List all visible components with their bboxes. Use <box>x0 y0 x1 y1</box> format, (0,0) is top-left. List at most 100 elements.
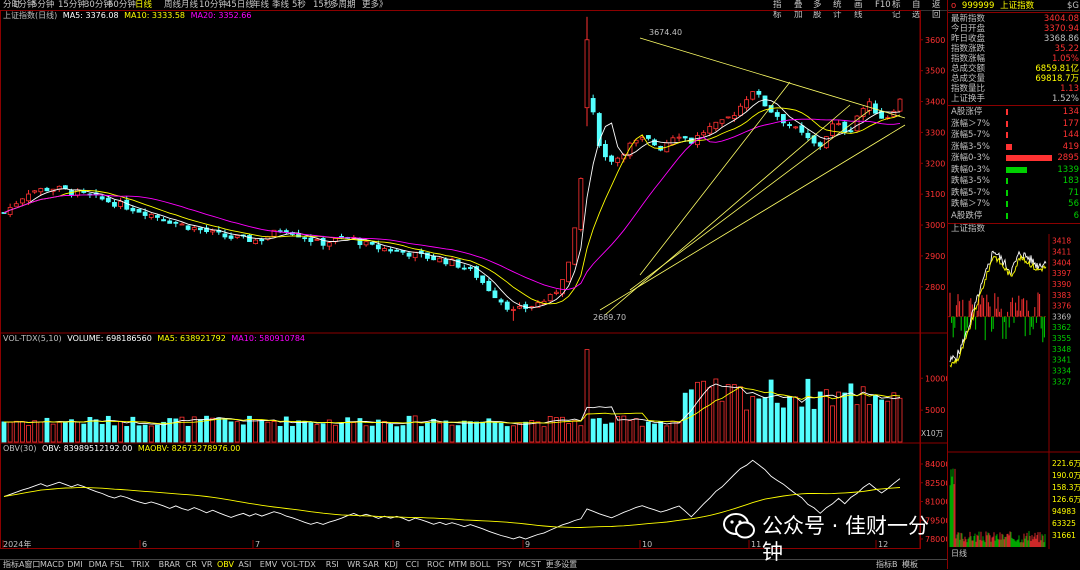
period-tab[interactable]: 5秒 <box>292 0 306 10</box>
volume-bar <box>627 420 633 443</box>
mini-bottom: 日线 <box>948 549 1080 559</box>
candle-body <box>222 233 228 238</box>
volume-bar <box>185 425 191 443</box>
ma5-line <box>3 99 901 309</box>
volume-bar <box>314 424 320 443</box>
volume-bar <box>443 420 449 443</box>
volume-bar <box>259 419 265 443</box>
candle-body <box>817 142 823 147</box>
volume-bar <box>670 420 676 443</box>
trend-line[interactable] <box>599 124 906 311</box>
period-tab[interactable]: 15分钟 <box>58 0 86 10</box>
quote-key: 最新指数 <box>951 14 986 24</box>
mini-vol-label: 63325 <box>1052 519 1076 528</box>
distribution-value: 2895 <box>1057 153 1079 163</box>
mini-chart-title: 上证指数 <box>951 224 986 234</box>
period-tab[interactable]: 季线 <box>272 0 289 10</box>
quote-value: 3404.08 <box>1043 14 1079 24</box>
mini-price-label: 3404 <box>1052 258 1071 267</box>
candle-body <box>99 196 105 200</box>
volume-bar <box>480 421 486 443</box>
wechat-icon <box>723 513 755 539</box>
candle-body <box>805 132 811 139</box>
volume-bar <box>762 397 768 443</box>
distribution-bar <box>1006 178 1008 184</box>
candle-body <box>707 126 713 134</box>
candle-body <box>124 199 130 210</box>
obv-info-name: OBV(30) <box>3 444 37 453</box>
mini-intraday-chart[interactable]: 34183411 3404 3397 3390 3383 33763369 3362 3355… <box>948 234 1080 559</box>
candle-body <box>504 301 510 310</box>
main-info: 上证指数(日线) MA5: 3376.08 MA10: 3333.58 MA20… <box>3 11 251 20</box>
quote-side-panel: o 999999 上证指数 $G 最新指数 3404.08 今日开盘 3370.94 昨… <box>947 0 1080 569</box>
period-tab[interactable]: 年线 <box>252 0 269 10</box>
volume-bar <box>468 421 473 443</box>
mini-vol-label: 158.3万 <box>1052 483 1080 492</box>
kline-chart-area[interactable]: 3600 3500 3400 3300 3200 3100 3000 2900 2800 1000… <box>0 10 947 559</box>
volume-bar <box>744 409 749 443</box>
volume-bar <box>167 418 173 443</box>
candle-body <box>38 188 44 193</box>
price-tick-label: 2800 <box>925 283 945 292</box>
candle-body <box>394 249 400 252</box>
candle-body <box>259 238 265 242</box>
volume-bar <box>596 418 602 443</box>
volume-bar <box>7 421 13 443</box>
candle-body <box>308 237 314 242</box>
volume-bar <box>320 423 326 443</box>
volume-bar <box>155 424 160 443</box>
mini-price-label: 3397 <box>1052 269 1071 278</box>
side-code: 999999 <box>961 1 995 11</box>
candle-body <box>179 223 185 226</box>
period-tab[interactable]: 更多》 <box>362 0 388 10</box>
distribution-row: 跌幅3-5% 183 <box>951 176 1079 186</box>
ma10-line <box>3 107 901 305</box>
date-label: 8 <box>395 540 400 549</box>
period-tab[interactable]: 60分钟 <box>108 0 136 10</box>
distribution-row: 跌幅＞7% 56 <box>951 199 1079 209</box>
candle-body <box>20 198 25 204</box>
candle-body <box>406 252 412 257</box>
period-tab[interactable]: 5分钟 <box>32 0 54 10</box>
quote-key: 今日开盘 <box>951 24 986 34</box>
candle-body <box>676 136 682 139</box>
quote-key: 指数涨幅 <box>951 54 986 64</box>
volume-bar <box>603 423 608 443</box>
quote-row: 总成交量 69818.7万 <box>951 74 1079 84</box>
volume-bar <box>474 421 479 443</box>
volume-bar <box>32 420 38 443</box>
mini-tab[interactable]: 日线 <box>951 549 967 559</box>
distribution-value: 6 <box>1073 210 1079 221</box>
mini-price-label: 3376 <box>1052 302 1071 311</box>
period-tab[interactable]: 多周期 <box>330 0 356 10</box>
volume-bar <box>854 404 860 443</box>
volume-bar <box>81 423 87 443</box>
candle-body <box>62 185 68 190</box>
distribution-key: 涨幅5-7% <box>951 130 990 140</box>
date-label: 9 <box>525 540 530 549</box>
watermark-text: 公众号 · 佳财一分钟 <box>762 514 930 564</box>
candle-body <box>197 227 203 231</box>
volume-bar <box>148 425 154 443</box>
period-tab[interactable]: 10分钟 <box>199 0 227 10</box>
volume-bar <box>836 391 842 443</box>
toolbar-button[interactable]: F10 <box>875 0 891 10</box>
quote-value: 3368.86 <box>1043 34 1079 44</box>
volume-bar <box>69 419 74 443</box>
candle-body <box>609 155 614 162</box>
period-tab[interactable]: 周线 <box>164 0 181 10</box>
candle-body <box>314 238 320 241</box>
period-tab[interactable]: 月线 <box>181 0 198 10</box>
candle-body <box>787 124 792 127</box>
period-tab[interactable]: 45日线 <box>226 0 254 10</box>
period-tab[interactable]: 日线 <box>135 0 152 10</box>
candle-body <box>155 215 160 218</box>
volume-bar <box>535 421 541 443</box>
candle-body <box>234 235 240 238</box>
candle-body <box>431 256 436 261</box>
distribution-bar <box>1006 120 1008 127</box>
mini-price-label: 3327 <box>1052 377 1071 386</box>
volume-bar <box>756 398 762 443</box>
candle-body <box>799 125 805 133</box>
volume-bar <box>891 392 897 443</box>
